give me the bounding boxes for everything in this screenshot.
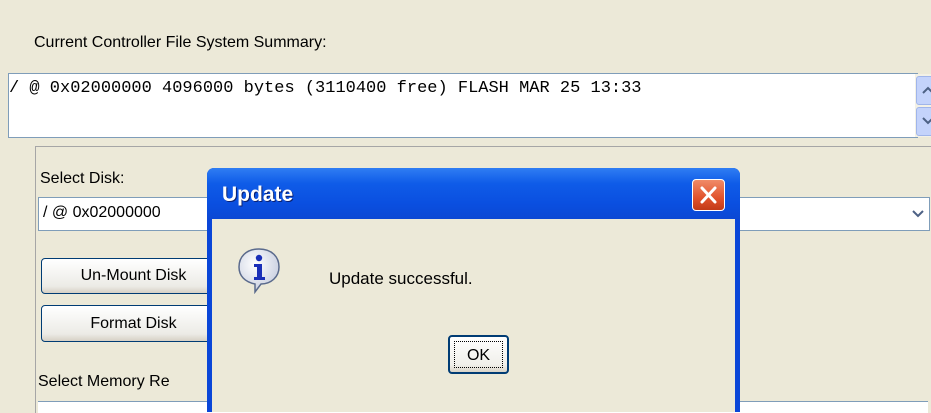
close-button[interactable] <box>692 179 725 211</box>
scroll-up-button[interactable] <box>916 76 931 105</box>
chevron-down-icon <box>912 210 924 218</box>
summary-label: Current Controller File System Summary: <box>34 34 327 51</box>
select-disk-label: Select Disk: <box>40 170 125 187</box>
dialog-body: Update successful. OK <box>212 219 735 412</box>
disk-select-dropdown-button[interactable] <box>907 198 929 228</box>
summary-textarea[interactable]: / @ 0x02000000 4096000 bytes (3110400 fr… <box>8 73 931 138</box>
scroll-down-button[interactable] <box>916 107 931 136</box>
scroll-up-arrow-icon <box>922 86 931 94</box>
update-dialog: Update Update successful. OK <box>207 168 740 412</box>
summary-line: / @ 0x02000000 4096000 bytes (3110400 fr… <box>9 79 642 98</box>
info-icon <box>238 248 280 294</box>
disk-select-value: / @ 0x02000000 <box>43 204 161 221</box>
dialog-message: Update successful. <box>329 269 473 288</box>
ok-button[interactable]: OK <box>448 335 509 374</box>
close-icon <box>700 186 717 204</box>
dialog-titlebar[interactable]: Update <box>207 168 740 219</box>
ok-button-label: OK <box>454 341 503 368</box>
scroll-down-arrow-icon <box>922 117 931 125</box>
unmount-disk-button[interactable]: Un-Mount Disk <box>41 258 226 294</box>
select-memory-label: Select Memory Re <box>38 373 170 390</box>
summary-scrollbar[interactable] <box>915 74 931 137</box>
dialog-title: Update <box>222 183 294 206</box>
format-disk-button[interactable]: Format Disk <box>41 305 226 342</box>
